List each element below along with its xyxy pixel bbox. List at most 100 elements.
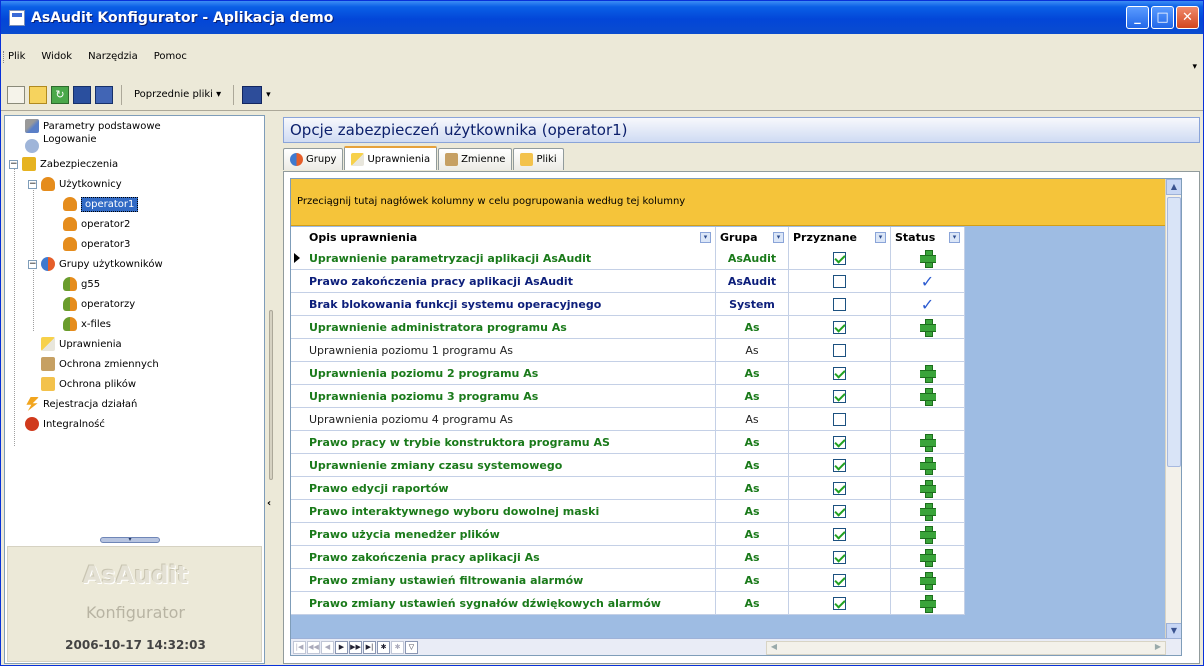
granted-checkbox[interactable] bbox=[833, 596, 846, 610]
permission-description-cell[interactable]: Uprawnienia poziomu 2 programu As bbox=[291, 362, 716, 384]
tree-item-g55[interactable]: g55 bbox=[63, 274, 100, 294]
tree-item-variable-protection[interactable]: Ochrona zmiennych bbox=[41, 354, 159, 374]
tab-permissions[interactable]: Uprawnienia bbox=[344, 146, 438, 170]
table-row[interactable]: Uprawnienia poziomu 4 programu As As bbox=[291, 408, 965, 431]
recent-files-dropdown[interactable]: Poprzednie pliki ▾ bbox=[130, 89, 225, 100]
group-cell[interactable]: AsAudit bbox=[716, 247, 789, 269]
prev-record-icon[interactable]: ◀ bbox=[321, 641, 334, 654]
table-row[interactable]: Uprawnienie zmiany czasu systemowego As bbox=[291, 454, 965, 477]
filter-dropdown-icon[interactable]: ▾ bbox=[700, 231, 711, 243]
close-button[interactable]: ✕ bbox=[1176, 6, 1199, 29]
group-cell[interactable]: As bbox=[716, 316, 789, 338]
minimize-button[interactable]: _ bbox=[1126, 6, 1149, 29]
granted-checkbox[interactable] bbox=[833, 458, 846, 472]
tree-item-integrity[interactable]: Integralność bbox=[25, 414, 105, 434]
refresh-icon[interactable]: ↻ bbox=[51, 85, 69, 104]
vertical-scrollbar[interactable]: ▲ ▼ bbox=[1165, 179, 1181, 639]
first-page-icon[interactable]: |◀ bbox=[293, 641, 306, 654]
tree-item-operator1[interactable]: operator1 bbox=[63, 194, 139, 214]
granted-checkbox[interactable] bbox=[833, 412, 846, 426]
table-row[interactable]: Prawo edycji raportów As bbox=[291, 477, 965, 500]
collapse-handle[interactable]: ▾ bbox=[100, 537, 160, 543]
permission-description-cell[interactable]: Prawo zakończenia pracy aplikacji As bbox=[291, 546, 716, 568]
collapse-toggle-icon[interactable]: − bbox=[9, 159, 18, 169]
granted-checkbox[interactable] bbox=[833, 504, 846, 518]
granted-checkbox[interactable] bbox=[833, 550, 846, 564]
permission-description-cell[interactable]: Prawo edycji raportów bbox=[291, 477, 716, 499]
collapse-toggle-icon[interactable]: − bbox=[28, 179, 37, 189]
tab-variables[interactable]: Zmienne bbox=[438, 148, 513, 170]
tree-item-login[interactable]: Logowanie bbox=[25, 134, 97, 156]
group-cell[interactable]: System bbox=[716, 293, 789, 315]
column-header-description[interactable]: Opis uprawnienia ▾ bbox=[291, 227, 716, 247]
tab-files[interactable]: Pliki bbox=[513, 148, 564, 170]
splitter-grip[interactable] bbox=[269, 310, 273, 480]
group-cell[interactable]: AsAudit bbox=[716, 270, 789, 292]
table-row[interactable]: Uprawnienia poziomu 1 programu As As bbox=[291, 339, 965, 362]
scroll-up-icon[interactable]: ▲ bbox=[1166, 179, 1181, 195]
tree-item-users[interactable]: − Użytkownicy bbox=[28, 174, 122, 194]
tree-item-operatorzy[interactable]: operatorzy bbox=[63, 294, 135, 314]
granted-checkbox[interactable] bbox=[833, 251, 846, 265]
tree-item-operator3[interactable]: operator3 bbox=[63, 234, 130, 254]
granted-checkbox[interactable] bbox=[833, 435, 846, 449]
new-file-icon[interactable] bbox=[7, 85, 25, 104]
permission-description-cell[interactable]: Uprawnienia poziomu 3 programu As bbox=[291, 385, 716, 407]
tree-item-security[interactable]: − Zabezpieczenia bbox=[9, 154, 118, 174]
menu-help[interactable]: Pomoc bbox=[151, 51, 190, 62]
group-cell[interactable]: As bbox=[716, 408, 789, 430]
panel-splitter[interactable]: ‹ bbox=[267, 115, 275, 664]
tree-item-file-protection[interactable]: Ochrona plików bbox=[41, 374, 136, 394]
tree-item-operator2[interactable]: operator2 bbox=[63, 214, 130, 234]
tree-item-x-files[interactable]: x-files bbox=[63, 314, 111, 334]
prev-page-icon[interactable]: ◀◀ bbox=[307, 641, 320, 654]
table-row[interactable]: Prawo użycia menedżer plików As bbox=[291, 523, 965, 546]
append-record-icon[interactable]: ✱ bbox=[391, 641, 404, 654]
next-record-icon[interactable]: ▶ bbox=[335, 641, 348, 654]
app-launch-icon[interactable] bbox=[242, 85, 263, 104]
group-by-panel[interactable]: Przeciągnij tutaj nagłówek kolumny w cel… bbox=[291, 179, 1181, 226]
group-cell[interactable]: As bbox=[716, 569, 789, 591]
group-cell[interactable]: As bbox=[716, 362, 789, 384]
collapse-toggle-icon[interactable]: − bbox=[28, 259, 37, 269]
table-row[interactable]: Prawo zakończenia pracy aplikacji AsAudi… bbox=[291, 270, 965, 293]
save-as-icon[interactable] bbox=[95, 85, 113, 104]
collapse-left-icon[interactable]: ‹ bbox=[267, 498, 275, 509]
permission-description-cell[interactable]: Brak blokowania funkcji systemu operacyj… bbox=[291, 293, 716, 315]
group-cell[interactable]: As bbox=[716, 431, 789, 453]
group-cell[interactable]: As bbox=[716, 339, 789, 361]
table-row[interactable]: Prawo interaktywnego wyboru dowolnej mas… bbox=[291, 500, 965, 523]
group-cell[interactable]: As bbox=[716, 523, 789, 545]
insert-record-icon[interactable]: ✱ bbox=[377, 641, 390, 654]
permission-description-cell[interactable]: Uprawnienia poziomu 4 programu As bbox=[291, 408, 716, 430]
group-cell[interactable]: As bbox=[716, 546, 789, 568]
tab-groups[interactable]: Grupy bbox=[283, 148, 344, 170]
table-row[interactable]: Brak blokowania funkcji systemu operacyj… bbox=[291, 293, 965, 316]
permission-description-cell[interactable]: Prawo zmiany ustawień filtrowania alarmó… bbox=[291, 569, 716, 591]
granted-checkbox[interactable] bbox=[833, 320, 846, 334]
app-launch-dropdown-icon[interactable]: ▾ bbox=[266, 90, 271, 100]
table-row[interactable]: Uprawnienia poziomu 2 programu As As bbox=[291, 362, 965, 385]
permission-description-cell[interactable]: Uprawnienie administratora programu As bbox=[291, 316, 716, 338]
permission-description-cell[interactable]: Prawo użycia menedżer plików bbox=[291, 523, 716, 545]
permission-description-cell[interactable]: Prawo interaktywnego wyboru dowolnej mas… bbox=[291, 500, 716, 522]
title-bar[interactable]: AsAudit Konfigurator - Aplikacja demo _ … bbox=[1, 1, 1203, 34]
group-cell[interactable]: As bbox=[716, 500, 789, 522]
table-row[interactable]: Uprawnienia poziomu 3 programu As As bbox=[291, 385, 965, 408]
table-row[interactable]: Prawo zakończenia pracy aplikacji As As bbox=[291, 546, 965, 569]
open-folder-icon[interactable] bbox=[29, 85, 47, 104]
last-record-icon[interactable]: ▶| bbox=[363, 641, 376, 654]
granted-checkbox[interactable] bbox=[833, 481, 846, 495]
column-header-group[interactable]: Grupa ▾ bbox=[716, 227, 789, 247]
permission-description-cell[interactable]: Prawo zakończenia pracy aplikacji AsAudi… bbox=[291, 270, 716, 292]
granted-checkbox[interactable] bbox=[833, 297, 846, 311]
table-row[interactable]: Uprawnienie parametryzacji aplikacji AsA… bbox=[291, 247, 965, 270]
filter-dropdown-icon[interactable]: ▾ bbox=[875, 231, 886, 243]
next-page-icon[interactable]: ▶▶ bbox=[349, 641, 362, 654]
menu-overflow-icon[interactable]: ▾ bbox=[1192, 62, 1197, 72]
granted-checkbox[interactable] bbox=[833, 389, 846, 403]
horizontal-scrollbar[interactable]: ◀ ▶ bbox=[766, 641, 1166, 655]
permission-description-cell[interactable]: Prawo zmiany ustawień sygnałów dźwiękowy… bbox=[291, 592, 716, 614]
granted-checkbox[interactable] bbox=[833, 274, 846, 288]
menu-file[interactable]: Plik bbox=[5, 51, 28, 62]
